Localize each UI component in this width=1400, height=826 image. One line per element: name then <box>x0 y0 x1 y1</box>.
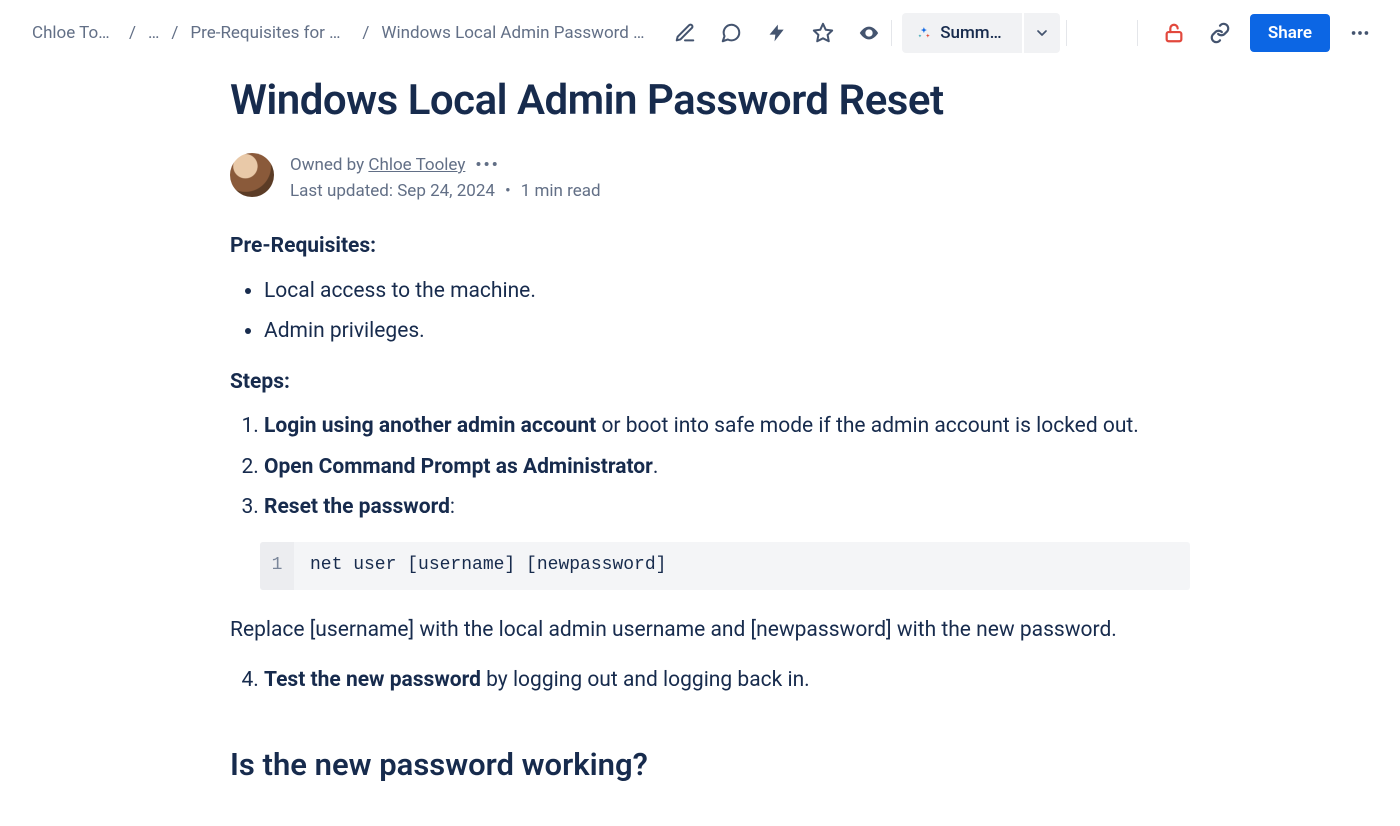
breadcrumb-separator: / <box>362 23 369 43</box>
step-bold: Test the new password <box>264 668 481 692</box>
byline-lines: Owned by Chloe Tooley ••• Last updated: … <box>290 153 601 204</box>
owner-more-button[interactable]: ••• <box>475 153 499 179</box>
replace-note: Replace [username] with the local admin … <box>230 614 1190 647</box>
document-body: Pre-Requisites: Local access to the mach… <box>230 230 1190 789</box>
document: Windows Local Admin Password Reset Owned… <box>230 76 1190 789</box>
link-icon <box>1209 22 1231 44</box>
breadcrumb: Chloe Tooley / … / Pre-Requisites for Re… <box>32 23 651 43</box>
lightning-icon <box>767 22 787 44</box>
summarize-label: Summarize <box>940 23 1008 43</box>
page-title: Windows Local Admin Password Reset <box>230 76 1190 125</box>
edit-button[interactable] <box>669 17 701 49</box>
star-button[interactable] <box>807 17 839 49</box>
pencil-icon <box>674 22 696 44</box>
unlock-icon <box>1163 22 1185 44</box>
more-actions-button[interactable] <box>1344 17 1376 49</box>
summarize-button[interactable]: Summarize <box>902 13 1022 53</box>
comment-icon <box>720 22 742 44</box>
chevron-down-icon <box>1034 25 1050 41</box>
list-item: Local access to the machine. <box>264 275 1190 308</box>
avatar[interactable] <box>230 153 274 197</box>
restrictions-button[interactable] <box>1158 17 1190 49</box>
comment-button[interactable] <box>715 17 747 49</box>
watch-button[interactable] <box>853 17 885 49</box>
copy-link-button[interactable] <box>1204 17 1236 49</box>
sparkle-icon <box>916 23 932 43</box>
prerequisites-heading: Pre-Requisites: <box>230 230 1190 263</box>
step-bold: Reset the password <box>264 495 450 519</box>
meta-separator: • <box>505 181 511 201</box>
list-item: Open Command Prompt as Administrator. <box>264 451 1190 484</box>
meta-line: Last updated: Sep 24, 2024 • 1 min read <box>290 179 601 205</box>
step-rest: or boot into safe mode if the admin acco… <box>596 414 1139 438</box>
owner-line: Owned by Chloe Tooley ••• <box>290 153 601 179</box>
automation-button[interactable] <box>761 17 793 49</box>
code-content: net user [username] [newpassword] <box>294 542 682 590</box>
step-rest: : <box>450 495 455 519</box>
right-actions: Share <box>1131 14 1376 52</box>
page-action-icons <box>669 17 885 49</box>
owner-link[interactable]: Chloe Tooley <box>368 155 465 175</box>
toolbar-divider <box>1137 20 1138 46</box>
eye-icon <box>857 22 881 44</box>
steps-heading: Steps: <box>230 366 1190 399</box>
list-item: Test the new password by logging out and… <box>264 664 1190 697</box>
breadcrumb-current[interactable]: Windows Local Admin Password Reset <box>381 23 651 43</box>
topbar: Chloe Tooley / … / Pre-Requisites for Re… <box>0 0 1400 56</box>
prerequisites-list: Local access to the machine. Admin privi… <box>230 275 1190 348</box>
step-bold: Login using another admin account <box>264 414 596 438</box>
breadcrumb-space[interactable]: Chloe Tooley <box>32 23 117 43</box>
list-item: Reset the password: <box>264 491 1190 524</box>
breadcrumb-parent[interactable]: Pre-Requisites for Resets <box>190 23 350 43</box>
toolbar-divider <box>1066 20 1067 46</box>
code-block[interactable]: 1 net user [username] [newpassword] <box>260 542 1190 590</box>
summarize-split-button: Summarize <box>902 13 1060 53</box>
step-bold: Open Command Prompt as Administrator <box>264 455 653 479</box>
steps-list-continued: Test the new password by logging out and… <box>230 664 1190 697</box>
star-icon <box>812 22 834 44</box>
breadcrumb-separator: / <box>171 23 178 43</box>
owned-by-prefix: Owned by <box>290 155 368 175</box>
read-time: 1 min read <box>521 181 601 201</box>
more-horizontal-icon <box>1349 22 1371 44</box>
breadcrumb-separator: / <box>129 23 136 43</box>
followup-heading: Is the new password working? <box>230 741 1190 789</box>
toolbar-divider <box>891 20 892 46</box>
last-updated: Last updated: Sep 24, 2024 <box>290 181 495 201</box>
share-button[interactable]: Share <box>1250 14 1330 52</box>
byline: Owned by Chloe Tooley ••• Last updated: … <box>230 153 1190 204</box>
code-line-number: 1 <box>260 542 294 590</box>
list-item: Admin privileges. <box>264 315 1190 348</box>
summarize-caret-button[interactable] <box>1024 13 1060 53</box>
list-item: Login using another admin account or boo… <box>264 410 1190 443</box>
step-rest: . <box>653 455 659 479</box>
step-rest: by logging out and logging back in. <box>481 668 810 692</box>
breadcrumb-ellipsis[interactable]: … <box>148 23 159 43</box>
steps-list: Login using another admin account or boo… <box>230 410 1190 524</box>
